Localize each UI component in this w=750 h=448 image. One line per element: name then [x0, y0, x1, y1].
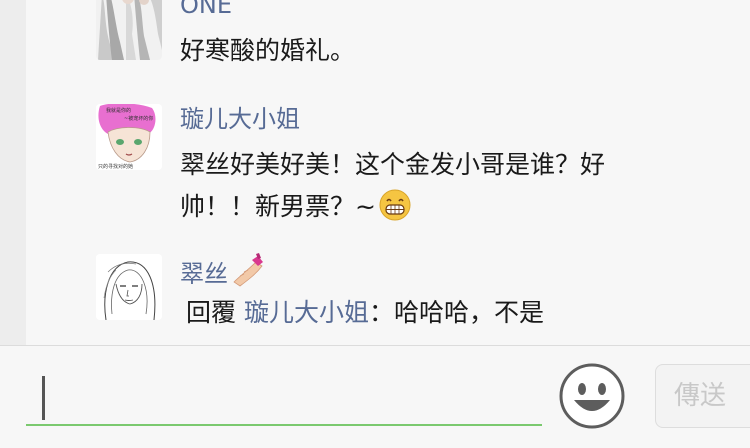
- comment-input-bar: [0, 345, 750, 448]
- comment-text-line: 翠丝好美好美！这个金发小哥是谁？好: [180, 150, 606, 179]
- comment-author[interactable]: 翠丝: [180, 252, 266, 289]
- reply-prefix: 回覆: [186, 298, 237, 327]
- emoji-button[interactable]: [558, 362, 626, 430]
- comment-thread[interactable]: ONE 好寒酸的婚礼。 我就是你的 ~被宠坏的你 只的寻找对的她 璇儿大小姐 翠…: [26, 0, 750, 345]
- grinning-face-emoji-icon: [379, 189, 411, 221]
- comment-item: 我就是你的 ~被宠坏的你 只的寻找对的她 璇儿大小姐 翠丝好美好美！这个金发小哥…: [26, 96, 750, 236]
- avatar-figures-photo-icon: [96, 0, 162, 60]
- nail-polish-emoji-icon: [233, 253, 263, 287]
- comment-text-segment: 帅！！新男票？~: [180, 192, 376, 221]
- comment-author-name[interactable]: 翠丝: [180, 260, 228, 288]
- avatar[interactable]: 我就是你的 ~被宠坏的你 只的寻找对的她: [96, 104, 162, 170]
- comment-text: 好寒酸的婚礼。: [180, 36, 356, 65]
- comment-input[interactable]: [26, 370, 542, 426]
- avatar[interactable]: [96, 254, 162, 320]
- avatar-caption: ~被宠坏的你: [124, 115, 153, 122]
- smiley-face-icon: [559, 363, 625, 429]
- comment-author[interactable]: ONE: [180, 0, 232, 20]
- avatar-caption: 只的寻找对的她: [98, 163, 133, 170]
- comment-screen: ONE 好寒酸的婚礼。 我就是你的 ~被宠坏的你 只的寻找对的她 璇儿大小姐 翠…: [0, 0, 750, 448]
- avatar-sketch-girl-icon: [96, 254, 162, 320]
- comment-text-line: 帅！！新男票？~: [180, 186, 720, 228]
- reply-mention-link[interactable]: 璇儿大小姐: [244, 298, 369, 327]
- avatar[interactable]: [96, 0, 162, 60]
- comment-text: 翠丝好美好美！这个金发小哥是谁？好 帅！！新男票？~: [180, 144, 720, 228]
- comment-item: ONE 好寒酸的婚礼。: [26, 0, 750, 86]
- comment-text: 回覆 璇儿大小姐：哈哈哈，不是: [186, 292, 726, 334]
- text-caret: [42, 376, 45, 420]
- reply-text: ：哈哈哈，不是: [368, 298, 544, 327]
- avatar-caption: 我就是你的: [106, 107, 131, 114]
- comment-author[interactable]: 璇儿大小姐: [180, 104, 300, 134]
- avatar-pink-hair-cartoon-icon: 我就是你的 ~被宠坏的你 只的寻找对的她: [96, 104, 162, 170]
- send-button[interactable]: 傳送: [655, 364, 750, 428]
- comment-item: 翠丝 回覆 璇儿大小姐：哈哈哈，不是: [26, 246, 750, 345]
